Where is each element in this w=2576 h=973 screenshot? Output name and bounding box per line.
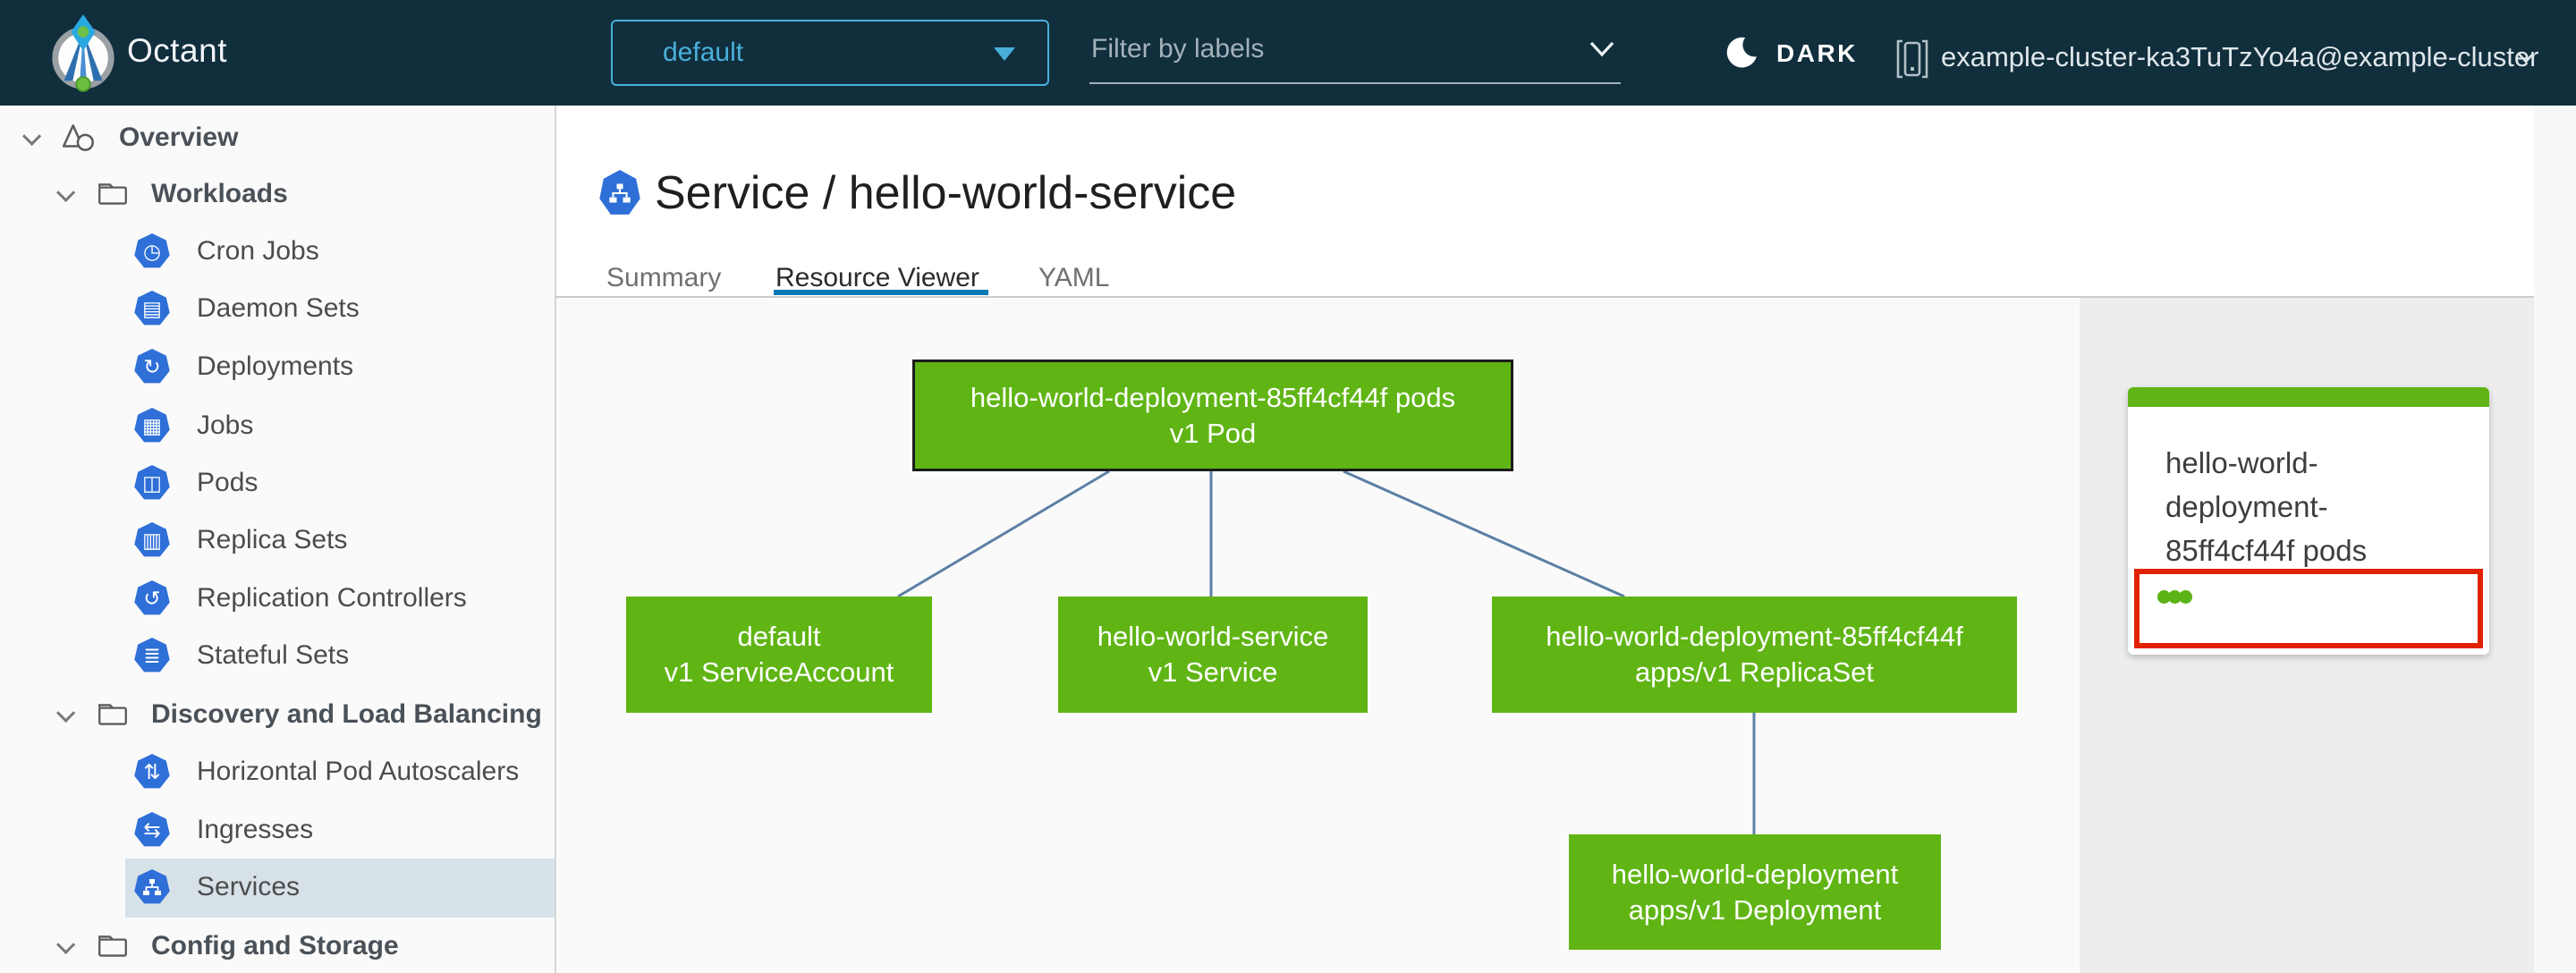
octant-app: Octant default Filter by labels DARK exa… [0,0,2576,973]
node-kind: v1 ServiceAccount [664,656,894,688]
tab-yaml[interactable]: YAML [1038,263,1109,293]
pod-status-dots [2157,590,2192,604]
cluster-icon [1896,39,1928,79]
sidebar-item-label: Config and Storage [151,931,399,960]
cluster-selector-label: example-cluster-ka3TuTzYo4a@example-clus… [1941,41,2539,72]
node-kind: apps/v1 ReplicaSet [1634,656,1875,688]
dropdown-caret-icon [994,47,1015,61]
selected-resource-card: hello-world-deployment-85ff4cf44f pods [2128,387,2489,655]
status-ok-bar [2128,387,2489,407]
sidebar-item-config-and-storage[interactable]: Config and Storage [0,918,555,973]
sidebar-item-label: Cron Jobs [197,236,319,266]
theme-toggle-label: DARK [1776,39,1858,67]
hpa-icon: ⇅ [134,754,170,789]
sidebar-item-pods[interactable]: ◫ Pods [0,454,555,512]
chevron-down-icon[interactable] [22,126,42,146]
sidebar-item-replica-sets[interactable]: ▥ Replica Sets [0,512,555,569]
tab-summary[interactable]: Summary [606,263,721,293]
sidebar-item-label: Jobs [197,410,254,440]
chevron-down-icon[interactable] [56,182,76,202]
sidebar-item-label: Replica Sets [197,525,348,554]
node-name: hello-world-deployment [1611,858,1899,890]
sidebar-item-label: Workloads [151,179,288,208]
filter-by-labels-input[interactable]: Filter by labels [1089,20,1621,84]
node-name: hello-world-deployment-85ff4cf44f pods [970,381,1456,413]
deployments-icon: ↻ [134,349,170,384]
chevron-down-icon[interactable] [56,935,76,954]
sidebar-item-workloads[interactable]: Workloads [0,165,555,223]
app-title: Octant [127,32,227,69]
node-kind: v1 Pod [1169,417,1257,449]
pod-status-box [2134,569,2483,648]
node-kind: apps/v1 Deployment [1628,893,1882,926]
node-name: default [737,621,821,652]
page-title: Service / hello-world-service [655,167,1237,219]
chevron-down-icon[interactable] [1589,39,1615,59]
services-icon [134,869,170,904]
folder-icon [98,935,127,957]
sidebar-item-label: Services [197,872,301,901]
sidebar-item-label: Horizontal Pod Autoscalers [197,757,520,786]
octant-logo-icon [52,14,114,92]
pod-ok-dot [2179,590,2192,604]
namespace-dropdown-value: default [663,38,744,67]
stateful-sets-icon: ≣ [134,638,170,673]
sidebar-item-services[interactable]: Services [0,859,555,916]
ingresses-icon: ⇆ [134,812,170,847]
cron-jobs-icon: ◷ [134,233,170,268]
sidebar-item-replication-controllers[interactable]: ↺ Replication Controllers [0,570,555,627]
tab-resource-viewer[interactable]: Resource Viewer [775,263,979,293]
sidebar-item-ingresses[interactable]: ⇆ Ingresses [0,801,555,859]
sidebar-item-label: Daemon Sets [197,293,360,323]
detail-panel: hello-world-deployment-85ff4cf44f pods [2080,298,2534,973]
filter-placeholder: Filter by labels [1091,34,1265,63]
sidebar-item-stateful-sets[interactable]: ≣ Stateful Sets [0,627,555,684]
namespace-dropdown[interactable]: default [611,20,1049,86]
sidebar-item-label: Discovery and Load Balancing [151,699,542,729]
chevron-down-icon [2518,53,2534,63]
sidebar-item-label: Deployments [197,351,354,381]
sidebar-item-discovery-and-load-balancing[interactable]: Discovery and Load Balancing [0,686,555,743]
sidebar-item-jobs[interactable]: ▦ Jobs [0,397,555,454]
sidebar-item-label: Ingresses [197,815,314,844]
chevron-down-icon[interactable] [56,703,76,723]
sidebar-item-daemon-sets[interactable]: ▤ Daemon Sets [0,280,555,337]
overview-icon [62,124,95,151]
sidebar-item-horizontal-pod-autoscalers[interactable]: ⇅ Horizontal Pod Autoscalers [0,743,555,800]
graph-node-deployment[interactable]: hello-world-deployment apps/v1 Deploymen… [1569,834,1941,950]
graph-node-service[interactable]: hello-world-service v1 Service [1058,596,1368,713]
sidebar-item-deployments[interactable]: ↻ Deployments [0,338,555,395]
node-name: hello-world-deployment-85ff4cf44f [1546,621,1963,652]
sidebar-item-label: Replication Controllers [197,583,467,613]
active-tab-underline [774,290,988,295]
sidebar-item-cron-jobs[interactable]: ◷ Cron Jobs [0,223,555,280]
graph-node-replicaset[interactable]: hello-world-deployment-85ff4cf44f apps/v… [1492,596,2017,713]
node-kind: v1 Service [1148,656,1278,688]
sidebar-item-label: Overview [119,123,239,152]
header-bar: Octant default Filter by labels DARK exa… [0,0,2576,106]
daemon-sets-icon: ▤ [134,291,170,326]
sidebar-item-label: Pods [197,468,258,497]
folder-icon [98,183,127,205]
jobs-icon: ▦ [134,408,170,443]
pods-icon: ◫ [134,465,170,500]
graph-node-pod[interactable]: hello-world-deployment-85ff4cf44f pods v… [912,360,1513,471]
sidebar-item-label: Stateful Sets [197,640,350,670]
node-name: hello-world-service [1097,621,1329,652]
card-title: hello-world-deployment-85ff4cf44f pods [2165,446,2368,567]
right-gutter [2534,106,2576,973]
sidebar-item-overview[interactable]: Overview [0,109,555,166]
replica-sets-icon: ▥ [134,522,170,557]
replication-controllers-icon: ↺ [134,580,170,615]
sidebar-nav: Overview Workloads ◷ Cron Jobs ▤ Daemon … [0,106,556,973]
moon-icon [1726,37,1757,68]
service-kind-icon [599,170,640,215]
graph-node-serviceaccount[interactable]: default v1 ServiceAccount [626,596,932,713]
folder-icon [98,704,127,725]
